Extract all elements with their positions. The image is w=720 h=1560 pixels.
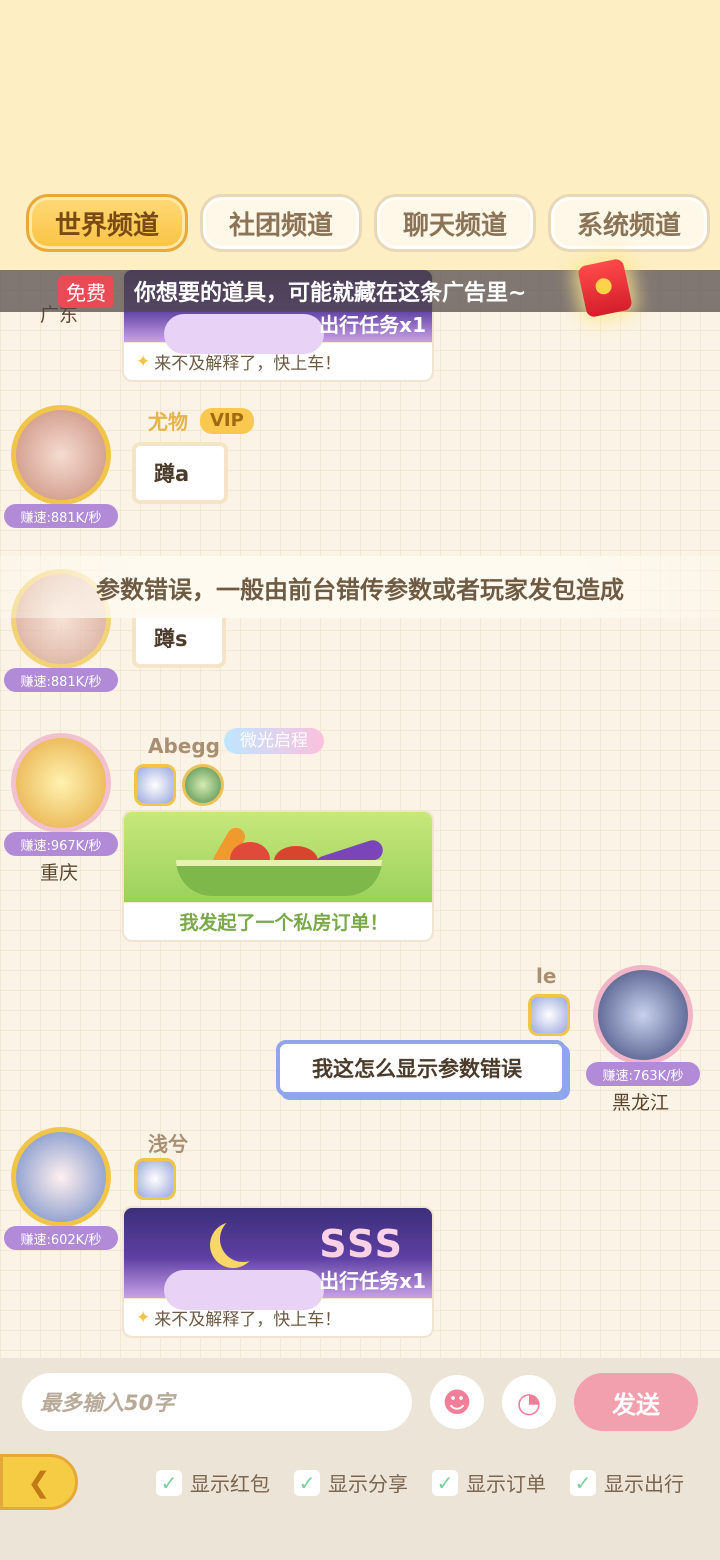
speed-badge: 赚速:881K/秒: [4, 668, 118, 692]
checkbox-icon: ✓: [570, 1469, 596, 1496]
cloud-icon: [164, 314, 324, 354]
message-region: 重庆: [40, 862, 79, 884]
ad-free-label: 免费: [58, 274, 114, 308]
check-show-trip[interactable]: ✓ 显示出行: [570, 1468, 684, 1497]
chat-list[interactable]: 广东 出行任务x1 ✦ 来不及解释了，快上车！ 赚速:881K/秒 尤物 VIP…: [0, 270, 720, 1358]
avatar-image: [11, 1127, 111, 1227]
checkbox-icon: ✓: [432, 1469, 458, 1496]
check-label: 显示订单: [466, 1472, 546, 1496]
avatar[interactable]: [6, 1122, 116, 1232]
title-tag: 微光启程: [224, 728, 324, 754]
error-toast: 参数错误，一般由前台错传参数或者玩家发包造成: [0, 556, 720, 618]
penguin-badge-icon: [134, 764, 176, 806]
message-username[interactable]: 尤物: [148, 406, 188, 435]
message-username[interactable]: Abegg: [148, 734, 220, 758]
avatar[interactable]: [6, 400, 116, 510]
tab-world[interactable]: 世界频道: [26, 194, 188, 252]
cloud-icon: [164, 1270, 324, 1310]
message-region: 黑龙江: [612, 1092, 670, 1114]
speed-badge: 赚速:881K/秒: [4, 504, 118, 528]
sparkle-icon: ✦: [136, 351, 151, 372]
ride-card-image: SSS 出行任务x1: [124, 1208, 432, 1310]
speech-bubble-icon[interactable]: ◔: [502, 1375, 556, 1429]
tab-chat[interactable]: 聊天频道: [374, 194, 536, 252]
ride-card-task: 出行任务x1: [319, 1269, 426, 1293]
vip-badge: VIP: [200, 408, 254, 434]
speed-badge: 赚速:602K/秒: [4, 1226, 118, 1250]
penguin-badge-icon: [528, 994, 570, 1036]
avatar-image: [593, 965, 693, 1065]
channel-tabs: 世界频道 社团频道 聊天频道 系统频道: [26, 194, 716, 252]
moon-icon: [220, 1216, 266, 1262]
message-bubble[interactable]: 蹲a: [132, 442, 228, 504]
checkbox-icon: ✓: [156, 1469, 182, 1496]
bowl-icon: [176, 860, 382, 896]
expand-arrow-icon[interactable]: ❮: [0, 1454, 78, 1510]
message-username[interactable]: 浅兮: [148, 1128, 188, 1157]
check-show-order[interactable]: ✓ 显示订单: [432, 1468, 546, 1497]
check-label: 显示红包: [190, 1472, 270, 1496]
message-input[interactable]: 最多输入50字: [22, 1373, 412, 1431]
checkbox-icon: ✓: [294, 1469, 320, 1496]
input-bar: 最多输入50字 ☻ ◔ 发送 ❮ ✓ 显示红包 ✓ 显示分享 ✓ 显示订单 ✓ 显示出行: [0, 1358, 720, 1560]
check-label: 显示分享: [328, 1472, 408, 1496]
sparkle-icon: ✦: [136, 1307, 151, 1328]
check-show-redpacket[interactable]: ✓ 显示红包: [156, 1468, 270, 1497]
ride-card[interactable]: SSS 出行任务x1 ✦ 来不及解释了，快上车！: [122, 1206, 434, 1338]
order-card-image: [124, 812, 432, 902]
send-button[interactable]: 发送: [574, 1373, 698, 1431]
frog-badge-icon: [182, 764, 224, 806]
avatar[interactable]: [6, 728, 116, 838]
ride-card-grade: SSS: [319, 1222, 404, 1266]
avatar-image: [11, 405, 111, 505]
check-label: 显示出行: [604, 1472, 684, 1496]
tab-system[interactable]: 系统频道: [548, 194, 710, 252]
avatar-image: [11, 733, 111, 833]
filter-checkboxes: ✓ 显示红包 ✓ 显示分享 ✓ 显示订单 ✓ 显示出行: [156, 1468, 684, 1497]
emoji-icon[interactable]: ☻: [430, 1375, 484, 1429]
message-bubble[interactable]: 我这怎么显示参数错误: [276, 1040, 566, 1096]
avatar[interactable]: [588, 960, 698, 1070]
penguin-badge-icon: [134, 1158, 176, 1200]
tab-club[interactable]: 社团频道: [200, 194, 362, 252]
speed-badge: 赚速:763K/秒: [586, 1062, 700, 1086]
ride-card-task: 出行任务x1: [319, 313, 426, 337]
order-card[interactable]: 我发起了一个私房订单！: [122, 810, 434, 942]
message-username[interactable]: le: [536, 964, 556, 988]
speed-badge: 赚速:967K/秒: [4, 832, 118, 856]
ad-text: 你想要的道具，可能就藏在这条广告里~: [134, 281, 527, 306]
check-show-share[interactable]: ✓ 显示分享: [294, 1468, 408, 1497]
order-card-caption: 我发起了一个私房订单！: [124, 902, 432, 940]
